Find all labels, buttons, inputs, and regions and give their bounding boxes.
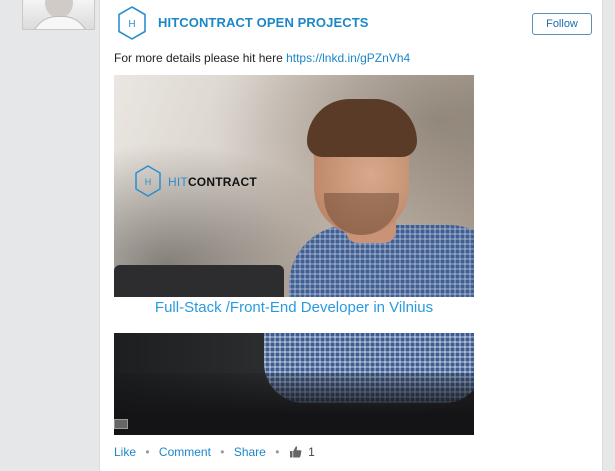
hexagon-logo-icon: H xyxy=(135,165,161,197)
post-link[interactable]: https://lnkd.in/gPZnVh4 xyxy=(286,51,410,65)
hero-hair xyxy=(307,99,417,157)
job-hero-image[interactable]: H HITCONTRACT xyxy=(114,75,474,297)
thumbs-up-icon[interactable] xyxy=(289,445,302,458)
right-gutter xyxy=(603,0,615,471)
post-actions-bar: Like • Comment • Share • 1 xyxy=(114,445,315,459)
company-logo-letter: H xyxy=(128,19,135,30)
company-name-link[interactable]: HITCONTRACT OPEN PROJECTS xyxy=(158,15,369,30)
share-button[interactable]: Share xyxy=(234,445,266,459)
hero-logo-letter: H xyxy=(145,177,152,187)
like-button[interactable]: Like xyxy=(114,445,136,459)
job-title-link[interactable]: Full-Stack /Front-End Developer in Vilni… xyxy=(114,299,474,316)
comment-button[interactable]: Comment xyxy=(159,445,211,459)
user-avatar[interactable] xyxy=(22,0,95,30)
action-separator: • xyxy=(220,445,225,459)
hero-monitor xyxy=(114,265,284,297)
left-rail xyxy=(0,0,99,471)
action-separator: • xyxy=(275,445,280,459)
post-text-body: For more details please hit here xyxy=(114,51,283,65)
feed-post-card: H HITCONTRACT OPEN PROJECTS Follow For m… xyxy=(99,0,603,471)
avatar-shoulders xyxy=(31,16,89,29)
hero-brand-contract: CONTRACT xyxy=(187,175,257,189)
secondary-post-image[interactable] xyxy=(114,333,474,435)
like-count: 1 xyxy=(308,445,315,459)
follow-button[interactable]: Follow xyxy=(532,13,592,35)
second-image-corner-tag xyxy=(114,419,128,429)
second-image-monitor xyxy=(114,373,474,435)
post-text: For more details please hit here https:/… xyxy=(114,51,410,65)
hexagon-logo-icon[interactable]: H xyxy=(117,6,147,40)
hero-brand-hit: HIT xyxy=(168,175,188,189)
action-separator: • xyxy=(145,445,150,459)
hero-brand-wordmark: HITCONTRACT xyxy=(168,175,257,189)
